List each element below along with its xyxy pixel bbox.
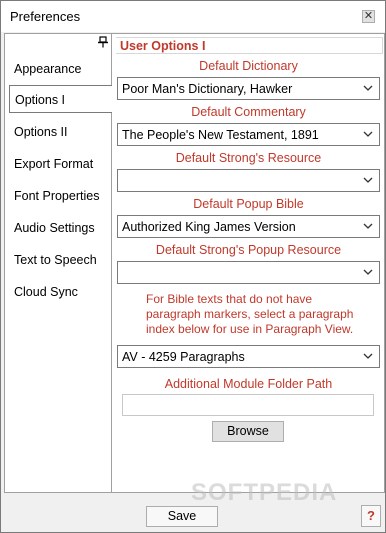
sidebar-item-appearance[interactable]: Appearance xyxy=(5,55,111,83)
default-strongs-resource-label: Default Strong's Resource xyxy=(175,151,322,165)
chevron-down-icon xyxy=(363,353,373,359)
save-button[interactable]: Save xyxy=(146,506,218,527)
watermark: SOFTPEDIA xyxy=(191,479,338,506)
title-bar[interactable]: Preferences ✕ xyxy=(1,1,385,32)
chevron-down-icon xyxy=(363,131,373,137)
sidebar-item-audio-settings[interactable]: Audio Settings xyxy=(5,214,111,242)
close-button[interactable]: ✕ xyxy=(362,10,375,23)
default-commentary-select[interactable]: The People's New Testament, 1891 xyxy=(117,123,380,146)
sidebar-item-options-i[interactable]: Options I xyxy=(9,85,113,113)
default-strongs-popup-label: Default Strong's Popup Resource xyxy=(155,243,342,257)
sidebar-item-font-properties[interactable]: Font Properties xyxy=(5,182,111,210)
paragraph-index-value: AV - 4259 Paragraphs xyxy=(122,350,245,364)
preferences-window: Preferences ✕ Appearance Options I Optio… xyxy=(0,0,386,533)
sidebar-item-cloud-sync[interactable]: Cloud Sync xyxy=(5,278,111,306)
sidebar-item-options-ii[interactable]: Options II xyxy=(5,118,111,146)
module-folder-label: Additional Module Folder Path xyxy=(164,377,333,391)
sidebar-item-export-format[interactable]: Export Format xyxy=(5,150,111,178)
default-popup-bible-label: Default Popup Bible xyxy=(193,197,304,211)
paragraph-index-select[interactable]: AV - 4259 Paragraphs xyxy=(117,345,380,368)
window-title: Preferences xyxy=(10,9,81,24)
paragraph-note: For Bible texts that do not have paragra… xyxy=(146,292,354,336)
default-dictionary-label: Default Dictionary xyxy=(199,59,298,73)
default-strongs-resource-select[interactable] xyxy=(117,169,380,192)
default-popup-bible-select[interactable]: Authorized King James Version xyxy=(117,215,380,238)
panel-header: User Options I xyxy=(116,37,383,54)
chevron-down-icon xyxy=(363,85,373,91)
chevron-down-icon xyxy=(363,223,373,229)
help-button[interactable]: ? xyxy=(361,505,381,527)
chevron-down-icon xyxy=(363,177,373,183)
default-dictionary-select[interactable]: Poor Man's Dictionary, Hawker xyxy=(117,77,380,100)
options-panel: User Options I Default Dictionary Poor M… xyxy=(112,33,385,493)
default-commentary-label: Default Commentary xyxy=(191,105,306,119)
default-strongs-popup-select[interactable] xyxy=(117,261,380,284)
panel-title: User Options I xyxy=(120,39,206,53)
module-folder-input[interactable] xyxy=(122,394,374,416)
default-dictionary-value: Poor Man's Dictionary, Hawker xyxy=(122,82,293,96)
default-commentary-value: The People's New Testament, 1891 xyxy=(122,128,319,142)
browse-button[interactable]: Browse xyxy=(212,421,284,442)
pin-icon[interactable] xyxy=(97,36,109,48)
default-popup-bible-value: Authorized King James Version xyxy=(122,220,296,234)
sidebar-item-text-to-speech[interactable]: Text to Speech xyxy=(5,246,111,274)
sidebar: Appearance Options I Options II Export F… xyxy=(4,33,113,493)
chevron-down-icon xyxy=(363,269,373,275)
close-icon: ✕ xyxy=(363,10,374,22)
